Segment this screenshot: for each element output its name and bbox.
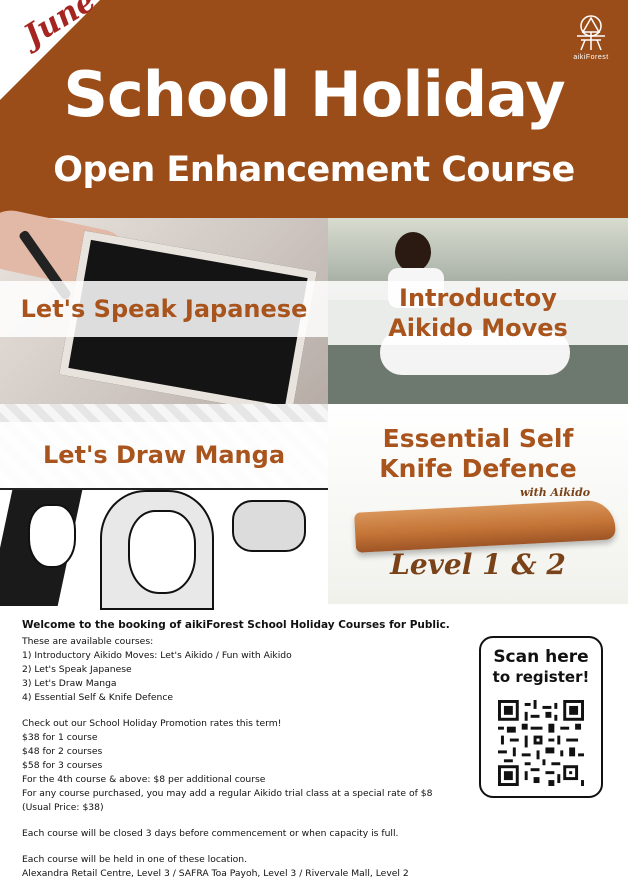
panel-knife-title-line1: Essential Self: [382, 424, 574, 453]
info-section: Welcome to the booking of aikiForest Sch…: [22, 618, 462, 881]
panel-manga-band: Let's Draw Manga: [0, 422, 328, 488]
level-label: Level 1 & 2: [390, 548, 566, 581]
panel-knife-band: Essential Self Knife Defence: [328, 424, 628, 488]
scan-here-label: Scan here: [493, 647, 589, 667]
course-item: 3) Let's Draw Manga: [22, 678, 117, 689]
rate-item: $58 for 3 courses: [22, 760, 103, 771]
manga-creatures: [232, 500, 306, 552]
closing-note: Each course will be closed 3 days before…: [22, 828, 399, 839]
student-head-illustration: [395, 232, 431, 272]
panel-knife-title-line2: Knife Defence: [379, 454, 577, 483]
poster-header: June aikiForest School Holiday Open Enha…: [0, 0, 628, 218]
panel-aikido-title-line2: Aikido Moves: [388, 314, 568, 342]
info-intro: These are available courses:: [22, 636, 154, 647]
location-list: Alexandra Retail Centre, Level 3 / SAFRA…: [22, 868, 409, 879]
rate-item: For the 4th course & above: $8 per addit…: [22, 774, 266, 785]
to-register-label: to register!: [492, 668, 590, 686]
course-item: 1) Introductory Aikido Moves: Let's Aiki…: [22, 650, 292, 661]
tree-logo-icon: [577, 15, 605, 51]
panel-japanese-band: Let's Speak Japanese: [0, 281, 328, 337]
course-item: 2) Let's Speak Japanese: [22, 664, 132, 675]
manga-illustration: [0, 488, 328, 610]
poster-title: School Holiday: [63, 58, 565, 131]
poster-subtitle: Open Enhancement Course: [53, 150, 575, 190]
rate-item: $48 for 2 courses: [22, 746, 103, 757]
panel-aikido-band: Introductoy Aikido Moves: [328, 281, 628, 345]
manga-face-left: [28, 504, 76, 568]
rate-item: For any course purchased, you may add a …: [22, 788, 433, 813]
qr-code-icon[interactable]: [498, 700, 584, 786]
manga-face-center: [128, 510, 196, 594]
promo-intro: Check out our School Holiday Promotion r…: [22, 718, 282, 729]
rate-item: $38 for 1 course: [22, 732, 98, 743]
panel-japanese-title: Let's Speak Japanese: [20, 295, 308, 323]
register-qr-box[interactable]: Scan here to register!: [479, 636, 603, 798]
panel-manga-title: Let's Draw Manga: [42, 441, 286, 469]
panel-aikido-title-line1: Introductoy: [399, 284, 557, 312]
location-intro: Each course will be held in one of these…: [22, 854, 248, 865]
info-lead: Welcome to the booking of aikiForest Sch…: [22, 619, 450, 631]
course-item: 4) Essential Self & Knife Defence: [22, 692, 174, 703]
with-aikido-tag: with Aikido: [520, 486, 591, 499]
